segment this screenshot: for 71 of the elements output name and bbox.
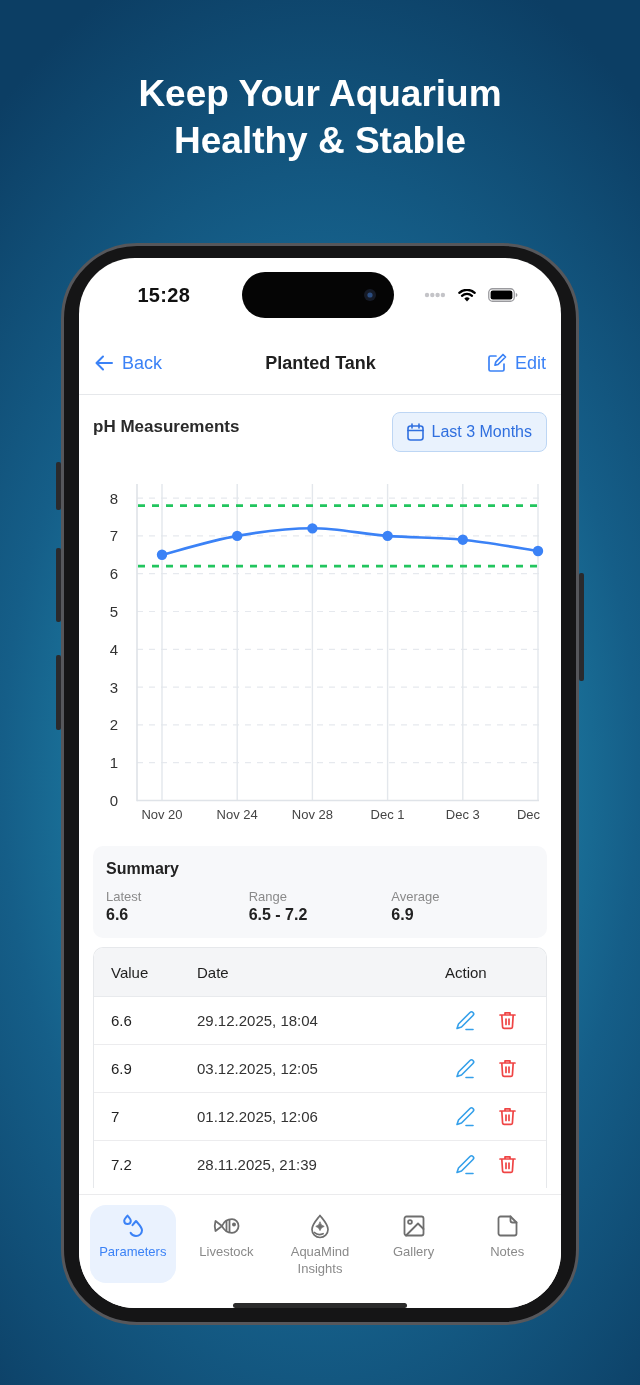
pencil-icon[interactable]	[455, 1106, 476, 1127]
pencil-icon[interactable]	[455, 1154, 476, 1175]
measurement-date: 28.11.2025, 21:39	[197, 1156, 318, 1173]
y-axis-label: 3	[109, 678, 118, 696]
status-time: 15:28	[137, 283, 191, 307]
data-point	[232, 530, 243, 542]
data-point	[532, 545, 544, 557]
x-axis-label: Dec 3	[445, 807, 480, 822]
trash-icon[interactable]	[499, 1059, 516, 1078]
battery-icon	[488, 288, 519, 302]
ph-value: 7.2	[110, 1156, 133, 1173]
data-point	[307, 523, 318, 534]
document-icon	[496, 1215, 518, 1237]
signal-icon	[424, 292, 447, 298]
ph-value: 6.6	[110, 1012, 133, 1029]
data-point	[457, 534, 468, 545]
column-header: Value	[110, 963, 150, 981]
column-header: Action	[445, 963, 488, 981]
measurement-date: 01.12.2025, 12:06	[197, 1108, 319, 1125]
nav-tab[interactable]: Livestock	[183, 1205, 270, 1283]
nav-tab[interactable]: Parameters	[90, 1205, 176, 1283]
y-axis-label: 1	[109, 754, 118, 772]
ph-value: 6.9	[110, 1060, 133, 1077]
y-axis-label: 5	[109, 603, 118, 620]
headline: Keep Your Aquarium Healthy & Stable	[137, 72, 503, 163]
chart-title: pH Measurements	[93, 417, 240, 437]
stat-label: Average	[391, 888, 440, 905]
sparkle-drop-icon	[309, 1213, 331, 1239]
stat-label: Latest	[106, 888, 142, 905]
droplets-icon	[120, 1214, 145, 1238]
y-axis-label: 2	[109, 716, 118, 734]
data-point	[382, 530, 393, 542]
pencil-icon[interactable]	[455, 1058, 476, 1079]
camera-icon	[363, 289, 376, 301]
nav-tab[interactable]: Gallery	[370, 1205, 457, 1283]
summary-title: Summary	[106, 859, 180, 879]
nav-tab[interactable]: Notes	[464, 1205, 550, 1283]
stat-value: 6.5 - 7.2	[248, 905, 308, 925]
y-axis-label: 6	[109, 565, 118, 583]
y-axis-label: 8	[109, 489, 118, 507]
stat-label: Range	[248, 888, 287, 905]
back-button[interactable]: Back	[95, 352, 163, 374]
y-axis-label: 0	[109, 792, 118, 809]
data-point	[156, 549, 168, 560]
date-range-button[interactable]: Last 3 Months	[391, 412, 547, 452]
x-axis-label: Dec	[516, 807, 540, 822]
screen-title: Planted Tank	[265, 352, 376, 374]
y-axis-label: 4	[109, 640, 118, 658]
x-axis-label: Dec 1	[370, 807, 405, 822]
stat-value: 6.9	[391, 905, 414, 925]
edit-button[interactable]: Edit	[486, 352, 546, 374]
ph-value: 7	[110, 1108, 121, 1125]
x-axis-label: Nov 24	[216, 807, 258, 822]
back-arrow-icon	[95, 355, 113, 371]
x-axis-label: Nov 20	[141, 807, 183, 822]
measurement-date: 03.12.2025, 12:05	[197, 1060, 319, 1077]
fish-icon	[212, 1215, 240, 1237]
image-icon	[402, 1215, 425, 1237]
measurement-date: 29.12.2025, 18:04	[197, 1012, 319, 1029]
y-axis-label: 7	[109, 527, 118, 545]
calendar-icon	[406, 423, 424, 441]
nav-tab[interactable]: AquaMind Insights	[277, 1205, 363, 1283]
wifi-icon	[458, 288, 477, 302]
trash-icon[interactable]	[499, 1107, 516, 1126]
x-axis-label: Nov 28	[291, 807, 333, 822]
trash-icon[interactable]	[499, 1011, 516, 1030]
stat-value: 6.6	[106, 905, 129, 925]
edit-icon	[486, 353, 507, 373]
trash-icon[interactable]	[499, 1155, 516, 1174]
column-header: Date	[197, 963, 230, 981]
pencil-icon[interactable]	[455, 1010, 476, 1031]
